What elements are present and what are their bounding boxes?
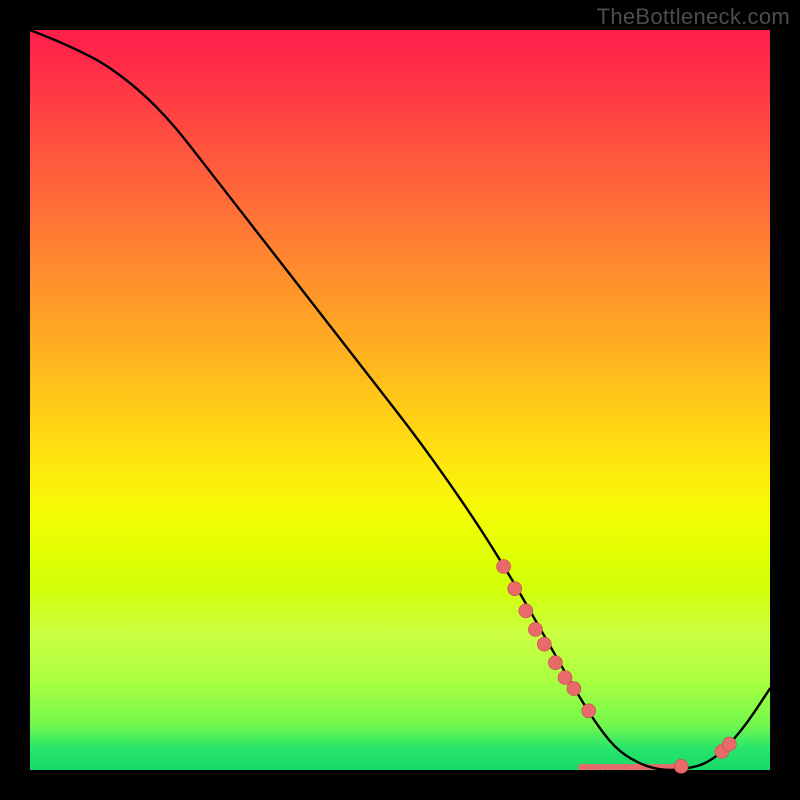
- curve-marker: [548, 656, 562, 670]
- plot-area: [30, 30, 770, 770]
- curve-marker: [567, 682, 581, 696]
- curve-marker: [582, 704, 596, 718]
- curve-marker: [497, 560, 511, 574]
- chart-frame: TheBottleneck.com: [0, 0, 800, 800]
- curve-marker: [519, 604, 533, 618]
- curve-markers: [497, 560, 737, 774]
- watermark-text: TheBottleneck.com: [597, 4, 790, 30]
- chart-svg: [30, 30, 770, 770]
- curve-marker: [558, 671, 572, 685]
- curve-marker: [537, 637, 551, 651]
- curve-marker: [722, 737, 736, 751]
- curve-marker: [508, 582, 522, 596]
- curve-marker: [528, 622, 542, 636]
- bottleneck-curve: [30, 30, 770, 770]
- curve-marker: [674, 759, 688, 773]
